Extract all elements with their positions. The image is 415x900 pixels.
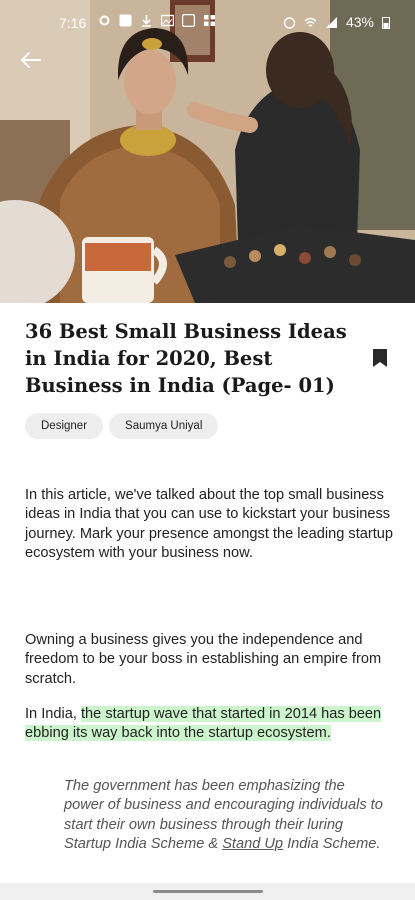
tag-author[interactable]: Saumya Uniyal xyxy=(109,413,219,439)
hero-illustration xyxy=(0,0,415,303)
back-arrow-icon xyxy=(21,52,41,68)
article-quote: The government has been emphasizing the … xyxy=(64,777,384,855)
download-icon xyxy=(140,14,153,27)
status-time: 7:16 xyxy=(59,15,87,31)
article-paragraph-highlight: In India, the startup wave that started … xyxy=(25,705,395,744)
article-intro: In this article, we've talked about the … xyxy=(25,487,394,562)
check-icon xyxy=(119,14,132,27)
article-paragraph: Owning a business gives you the independ… xyxy=(25,632,382,687)
back-button[interactable] xyxy=(20,50,42,70)
status-notification-icons xyxy=(98,13,216,28)
status-system-icons: 43% xyxy=(283,14,395,30)
hero-image xyxy=(0,0,415,303)
gallery-icon xyxy=(181,13,196,28)
bookmark-button[interactable] xyxy=(372,348,388,368)
home-gesture-handle[interactable] xyxy=(153,890,263,893)
tag-designer[interactable]: Designer xyxy=(25,413,104,439)
paragraph-text: In India, xyxy=(25,706,81,722)
status-bar: 7:16 43% xyxy=(0,0,415,44)
stand-up-link[interactable]: Stand Up xyxy=(222,836,283,852)
settings-icon xyxy=(98,14,111,27)
tag-list: Designer Saumya Uniyal xyxy=(25,413,219,439)
alarm-icon xyxy=(283,16,296,29)
quote-text-end: India Scheme. xyxy=(283,836,381,853)
grid-icon xyxy=(203,14,216,27)
signal-icon xyxy=(325,16,338,29)
bookmark-icon xyxy=(373,349,387,367)
article-title: 36 Best Small Business Ideas in India fo… xyxy=(25,320,347,397)
wifi-icon xyxy=(304,16,317,29)
battery-percent: 43% xyxy=(345,14,374,30)
image-icon xyxy=(160,14,175,27)
battery-icon xyxy=(382,16,395,29)
